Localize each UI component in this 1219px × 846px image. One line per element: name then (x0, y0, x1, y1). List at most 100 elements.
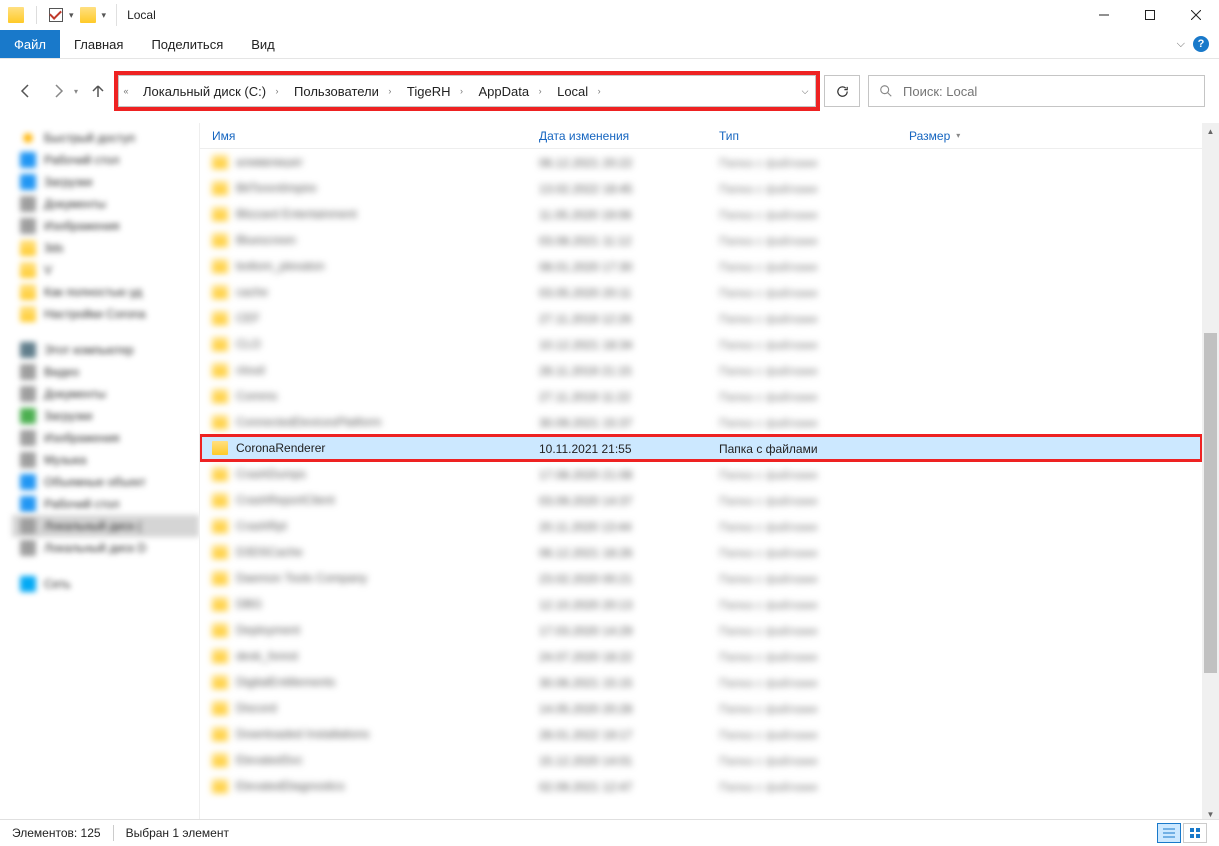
file-date: 17.03.2020 14:29 (539, 624, 632, 638)
maximize-button[interactable] (1127, 0, 1173, 30)
file-date: 11.05.2020 19:06 (539, 208, 632, 222)
file-name: CrashReportClient (236, 493, 335, 507)
file-row[interactable]: cache03.05.2020 20:11Папка с файлами (200, 279, 1202, 305)
scroll-up-icon[interactable]: ▲ (1202, 123, 1219, 140)
file-row[interactable]: Comms27.11.2019 11:22Папка с файлами (200, 383, 1202, 409)
qat-overflow-icon[interactable]: ▾ (102, 10, 107, 21)
chevron-right-icon[interactable]: › (592, 76, 606, 106)
qat-dropdown-icon[interactable]: ▾ (69, 10, 74, 21)
file-row[interactable]: Daemon Tools Company23.02.2020 00:21Папк… (200, 565, 1202, 591)
file-name: Blizzard Entertainment (236, 207, 357, 221)
file-row[interactable]: CEF27.11.2019 12:26Папка с файлами (200, 305, 1202, 331)
file-row[interactable]: desk_forest24.07.2020 18:22Папка с файла… (200, 643, 1202, 669)
column-headers: Имя Дата изменения Тип Размер▾ (200, 123, 1202, 149)
folder-icon (212, 649, 228, 663)
folder-icon (212, 597, 228, 611)
qat-properties-icon[interactable] (49, 8, 63, 22)
vertical-scrollbar[interactable]: ▲ ▼ (1202, 123, 1219, 823)
file-date: 03.08.2021 11:12 (539, 234, 632, 248)
breadcrumb-item[interactable]: AppData (469, 76, 534, 106)
navigation-pane[interactable]: Быстрый доступ Рабочий стол Загрузки Док… (0, 123, 200, 823)
file-type: Папка с файлами (719, 338, 818, 352)
file-row[interactable]: D3DSCache06.12.2021 18:26Папка с файлами (200, 539, 1202, 565)
file-date: 27.11.2019 11:22 (539, 390, 631, 404)
file-row[interactable]: DBG12.10.2020 20:13Папка с файлами (200, 591, 1202, 617)
ribbon-expand-icon[interactable]: ⌵ (1177, 38, 1185, 51)
breadcrumb-item[interactable]: Local (547, 76, 592, 106)
breadcrumb-item[interactable]: TigeRH (397, 76, 455, 106)
file-row[interactable]: CLO10.12.2021 18:34Папка с файлами (200, 331, 1202, 357)
file-date: 20.11.2020 13:44 (539, 520, 632, 534)
folder-icon (212, 675, 228, 689)
forward-button[interactable] (46, 79, 70, 103)
file-row[interactable]: CrashRpt20.11.2020 13:44Папка с файлами (200, 513, 1202, 539)
tab-share[interactable]: Поделиться (137, 30, 237, 58)
file-name: cloud (236, 363, 265, 377)
search-input[interactable] (903, 84, 1194, 99)
column-name[interactable]: Имя (200, 129, 527, 143)
refresh-button[interactable] (824, 75, 860, 107)
chevron-right-icon[interactable]: › (270, 76, 284, 106)
file-row[interactable]: Bluescreen03.08.2021 11:12Папка с файлам… (200, 227, 1202, 253)
status-item-count: Элементов: 125 (12, 826, 101, 840)
file-row[interactable]: ConnectedDevicesPlatform30.09.2021 15:37… (200, 409, 1202, 435)
column-size[interactable]: Размер▾ (897, 129, 1017, 143)
file-row[interactable]: Downloaded Installations28.01.2022 19:17… (200, 721, 1202, 747)
search-box[interactable] (868, 75, 1205, 107)
help-icon[interactable]: ? (1193, 36, 1209, 52)
file-row[interactable]: аливвлишег06.12.2021 20:22Папка с файлам… (200, 149, 1202, 175)
folder-icon (212, 753, 228, 767)
tab-home[interactable]: Главная (60, 30, 137, 58)
file-list[interactable]: Имя Дата изменения Тип Размер▾ аливвлише… (200, 123, 1202, 823)
file-type: Папка с файлами (719, 598, 818, 612)
breadcrumb-root-icon[interactable]: « (119, 76, 133, 106)
file-row[interactable]: Blizzard Entertainment11.05.2020 19:06Па… (200, 201, 1202, 227)
file-date: 30.09.2021 15:37 (539, 416, 632, 430)
file-name: ElevatedDiagnostics (236, 779, 345, 793)
file-row[interactable]: Discord14.05.2020 20:28Папка с файлами (200, 695, 1202, 721)
file-row[interactable]: CrashReportClient03.09.2020 14:37Папка с… (200, 487, 1202, 513)
file-type: Папка с файлами (719, 546, 818, 560)
folder-icon (212, 571, 228, 585)
column-type[interactable]: Тип (707, 129, 897, 143)
breadcrumb-item[interactable]: Пользователи (284, 76, 383, 106)
scroll-thumb[interactable] (1204, 333, 1217, 673)
tab-view[interactable]: Вид (237, 30, 289, 58)
back-button[interactable] (14, 79, 38, 103)
file-date: 28.01.2022 19:17 (539, 728, 632, 742)
tab-file[interactable]: Файл (0, 30, 60, 58)
address-dropdown-icon[interactable]: ⌵ (795, 76, 815, 106)
file-name: CEF (236, 311, 260, 325)
breadcrumb-item[interactable]: Локальный диск (C:) (133, 76, 270, 106)
details-view-button[interactable] (1157, 823, 1181, 843)
chevron-right-icon[interactable]: › (383, 76, 397, 106)
history-dropdown-icon[interactable]: ▾ (74, 87, 78, 96)
folder-icon (212, 181, 228, 195)
qat-newfolder-icon[interactable] (80, 7, 96, 23)
column-date[interactable]: Дата изменения (527, 129, 707, 143)
window-title: Local (127, 8, 156, 22)
file-row[interactable]: ElevatedDiagnostics02.09.2021 12:47Папка… (200, 773, 1202, 799)
folder-icon (212, 311, 228, 325)
file-row[interactable]: bottom_plexaton08.01.2020 17:30Папка с ф… (200, 253, 1202, 279)
chevron-right-icon[interactable]: › (455, 76, 469, 106)
file-date: 24.07.2020 18:22 (539, 650, 632, 664)
thumbnails-view-button[interactable] (1183, 823, 1207, 843)
minimize-button[interactable] (1081, 0, 1127, 30)
file-row[interactable]: Deployment17.03.2020 14:29Папка с файлам… (200, 617, 1202, 643)
folder-icon (212, 441, 228, 455)
file-type: Папка с файлами (719, 624, 818, 638)
file-row[interactable]: ElevatedSvc15.12.2020 14:01Папка с файла… (200, 747, 1202, 773)
chevron-right-icon[interactable]: › (533, 76, 547, 106)
file-row[interactable]: CrashDumps17.08.2020 21:08Папка с файлам… (200, 461, 1202, 487)
up-button[interactable] (86, 79, 110, 103)
file-type: Папка с файлами (719, 494, 818, 508)
file-row[interactable]: DigitalEntitlements30.06.2021 15:15Папка… (200, 669, 1202, 695)
file-row[interactable]: BitTorentImpire13.02.2022 18:45Папка с ф… (200, 175, 1202, 201)
file-type: Папка с файлами (719, 520, 818, 534)
address-bar[interactable]: « Локальный диск (C:) › Пользователи › T… (118, 75, 816, 107)
close-button[interactable] (1173, 0, 1219, 30)
file-type: Папка с файлами (719, 234, 818, 248)
file-row[interactable]: CoronaRenderer10.11.2021 21:55Папка с фа… (200, 435, 1202, 461)
file-row[interactable]: cloud28.11.2019 21:15Папка с файлами (200, 357, 1202, 383)
